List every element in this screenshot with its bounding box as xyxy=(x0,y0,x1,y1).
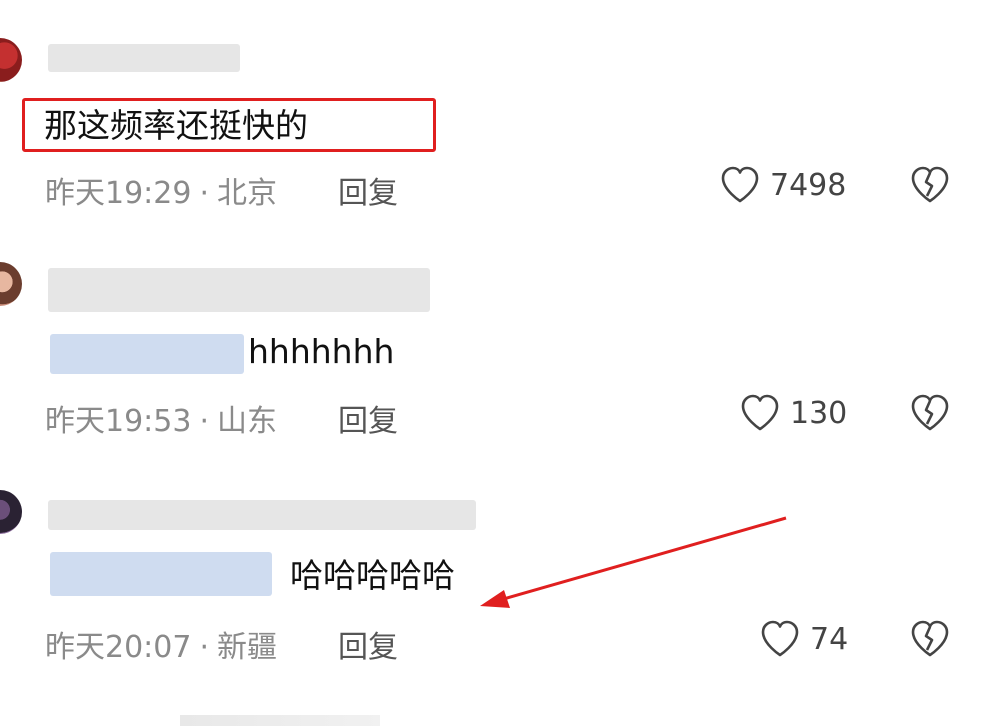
timestamp: 昨天19:29 xyxy=(45,176,192,211)
username-blurred[interactable] xyxy=(48,44,240,72)
comment-text: hhhhhhh xyxy=(248,332,395,371)
broken-heart-icon xyxy=(911,166,949,203)
mention-blurred[interactable] xyxy=(50,552,272,596)
timestamp: 昨天20:07 xyxy=(45,630,192,665)
like-button[interactable]: 7498 xyxy=(720,166,846,204)
username-blurred[interactable] xyxy=(48,268,430,312)
meta-separator: · xyxy=(199,404,210,439)
like-count: 130 xyxy=(790,395,848,431)
next-comment-cutoff xyxy=(180,715,380,726)
avatar[interactable] xyxy=(0,490,22,534)
dislike-button[interactable] xyxy=(910,166,950,208)
heart-outline-icon xyxy=(721,166,759,203)
like-count: 7498 xyxy=(770,167,847,203)
username-blurred[interactable] xyxy=(48,500,476,530)
comment-item: hhhhhhh 昨天19:53 · 山东 回复 130 xyxy=(0,230,992,460)
location: 新疆 xyxy=(217,630,278,665)
like-count: 74 xyxy=(810,621,849,657)
avatar[interactable] xyxy=(0,262,22,306)
like-button[interactable]: 74 xyxy=(760,620,848,658)
comment-text: 哈哈哈哈哈 xyxy=(290,556,455,595)
dislike-button[interactable] xyxy=(910,394,950,436)
timestamp: 昨天19:53 xyxy=(45,404,192,439)
location: 山东 xyxy=(217,404,278,439)
dislike-button[interactable] xyxy=(910,620,950,662)
avatar[interactable] xyxy=(0,38,22,82)
reply-button[interactable]: 回复 xyxy=(338,622,398,666)
highlight-box-annotation xyxy=(22,98,436,152)
like-button[interactable]: 130 xyxy=(740,394,847,432)
broken-heart-icon xyxy=(911,620,949,657)
meta-separator: · xyxy=(199,630,210,665)
reply-button[interactable]: 回复 xyxy=(338,396,398,440)
comment-meta: 昨天19:53 · 山东 xyxy=(45,396,277,440)
comment-list-screen: 那这频率还挺快的 昨天19:29 · 北京 回复 7498 hhhhhhh 昨天19… xyxy=(0,0,992,726)
broken-heart-icon xyxy=(911,394,949,431)
mention-blurred[interactable] xyxy=(50,334,244,374)
meta-separator: · xyxy=(199,176,210,211)
location: 北京 xyxy=(217,176,278,211)
heart-outline-icon xyxy=(741,394,779,431)
comment-meta: 昨天19:29 · 北京 xyxy=(45,168,277,212)
reply-button[interactable]: 回复 xyxy=(338,168,398,212)
comment-meta: 昨天20:07 · 新疆 xyxy=(45,622,277,666)
heart-outline-icon xyxy=(761,620,799,657)
comment-item: 哈哈哈哈哈 昨天20:07 · 新疆 回复 74 xyxy=(0,460,992,700)
